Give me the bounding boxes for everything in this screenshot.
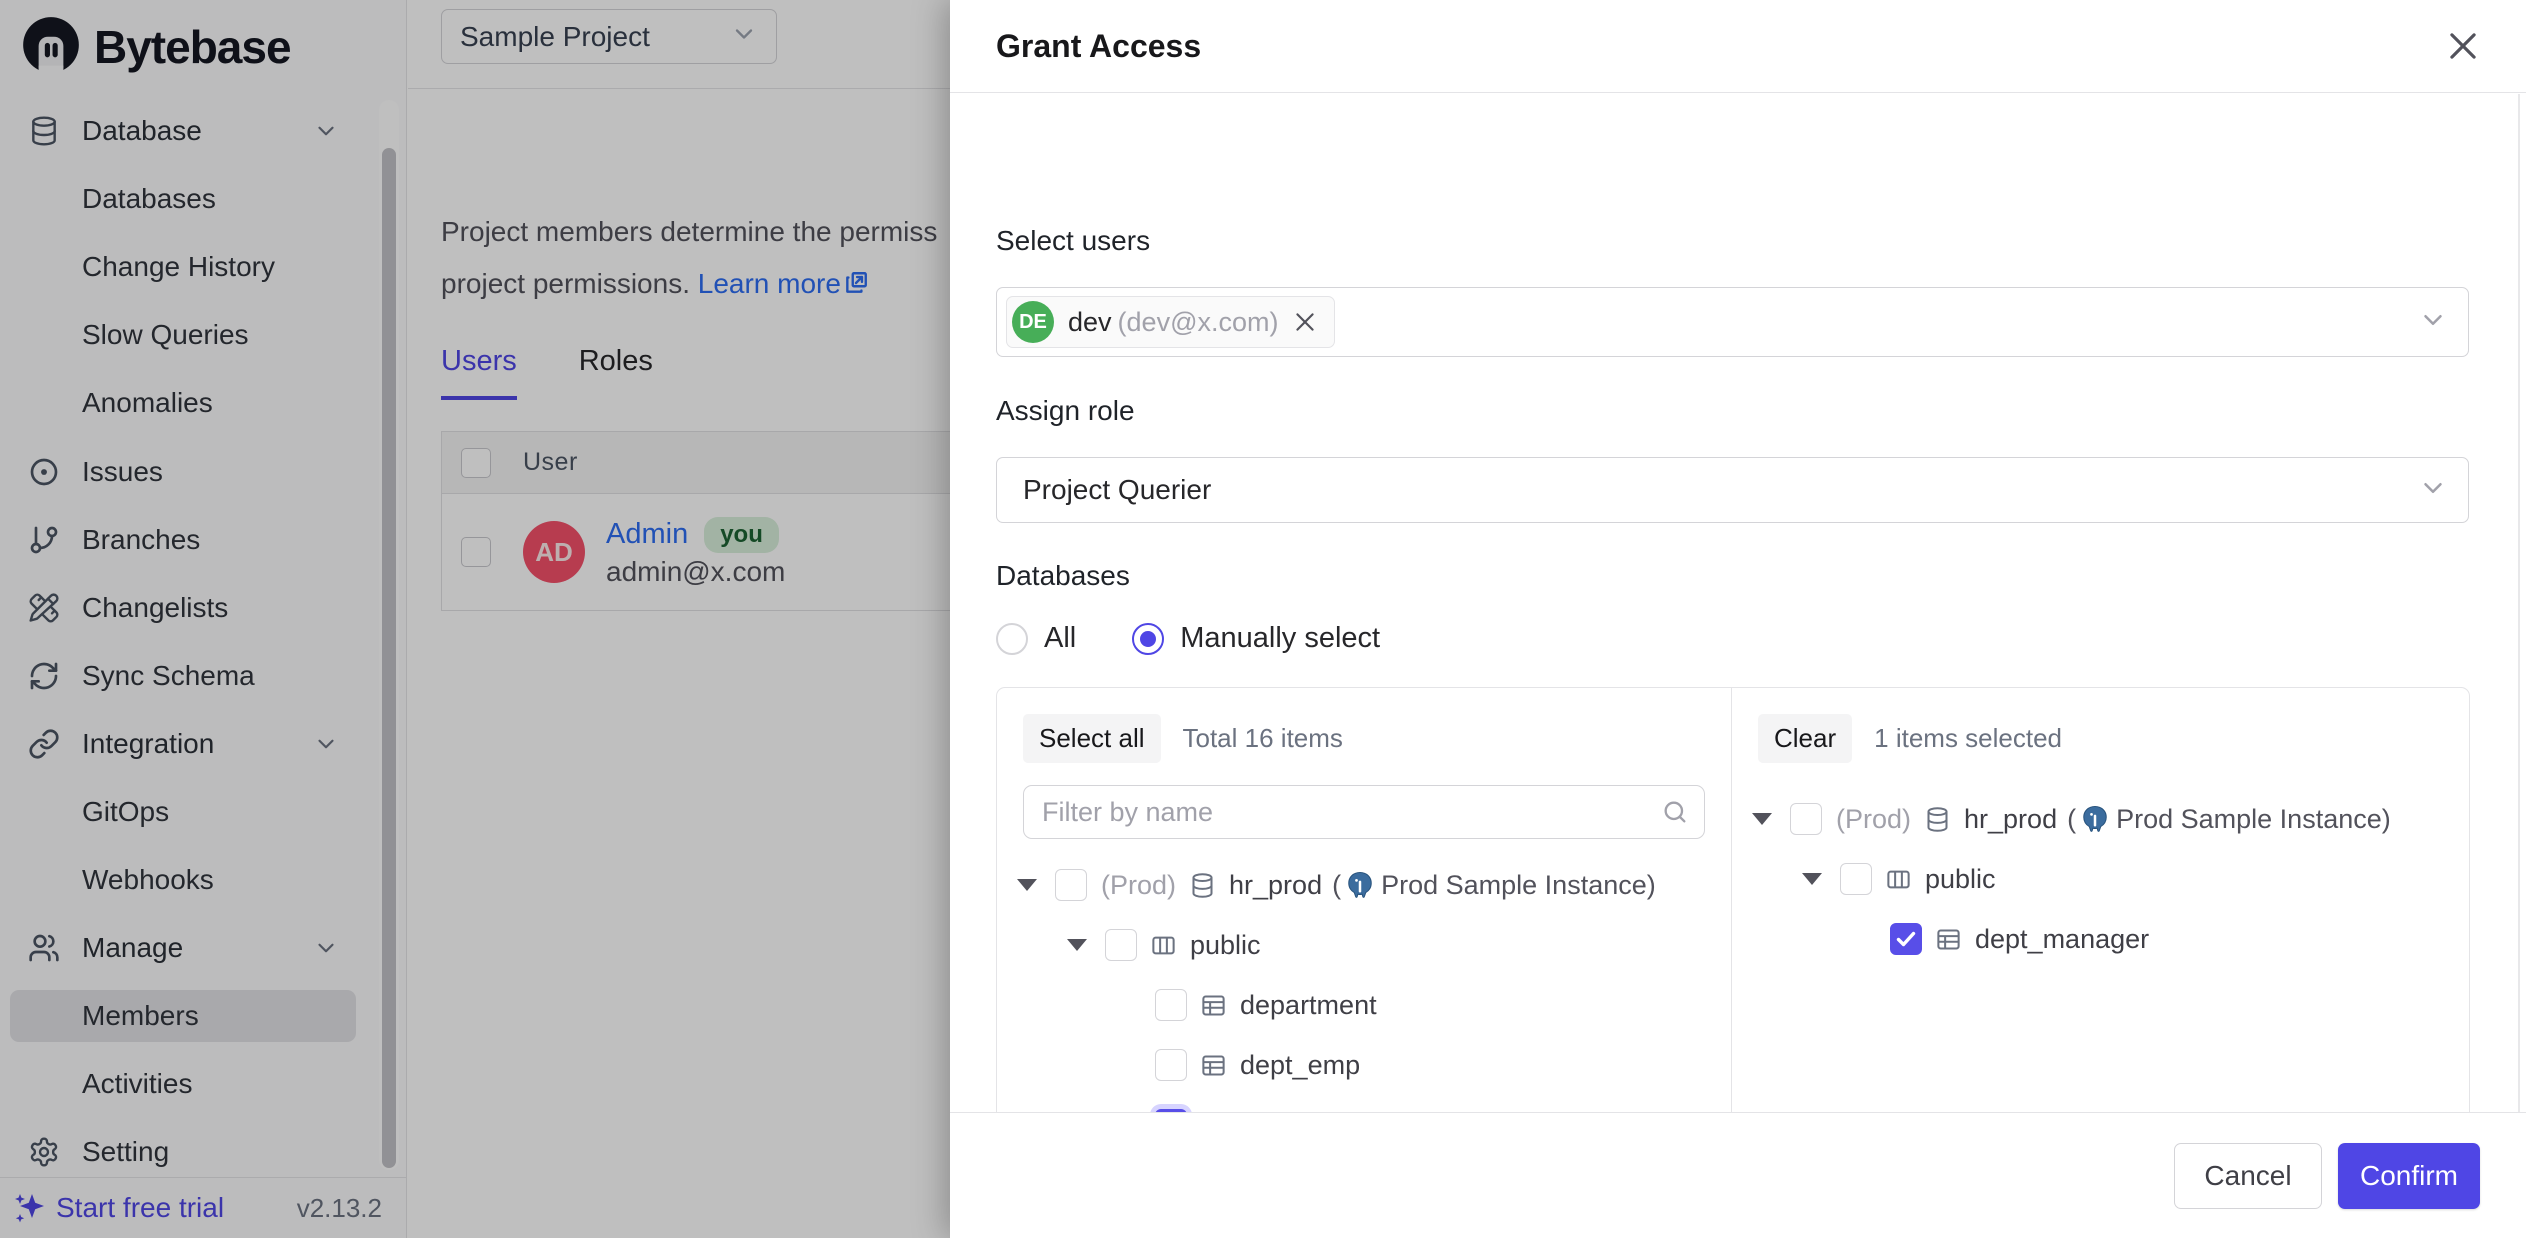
users-multiselect[interactable]: DE dev (dev@x.com) <box>996 287 2469 357</box>
database-transfer-panel: Select all Total 16 items <box>996 687 2470 1112</box>
node-name: public <box>1925 864 1996 895</box>
transfer-selected-panel: Clear 1 items selected (Prod) <box>1732 688 2469 1112</box>
node-checkbox[interactable] <box>1790 803 1822 835</box>
node-name: public <box>1190 930 1261 961</box>
tree-node[interactable]: dept_emp <box>997 1035 1705 1095</box>
node-checkbox[interactable] <box>1155 1049 1187 1081</box>
node-checkbox[interactable] <box>1105 929 1137 961</box>
role-select[interactable]: Project Querier <box>996 457 2469 523</box>
grant-access-modal: Grant Access Select users DE dev (dev@x.… <box>950 0 2526 1238</box>
instance-info: ( Prod Sample Instance) <box>2067 804 2391 835</box>
radio-manually-select[interactable] <box>1132 623 1164 655</box>
modal-footer: Cancel Confirm <box>950 1112 2526 1238</box>
radio-all[interactable] <box>996 623 1028 655</box>
chip-email: (dev@x.com) <box>1118 307 1279 338</box>
node-name: dept_manager <box>1975 924 2149 955</box>
tree-node[interactable]: (Prod) hr_prod ( Prod Sample Instance) <box>997 855 1705 915</box>
modal-scrollbar[interactable] <box>2518 94 2520 1112</box>
database-icon <box>1189 872 1216 899</box>
postgresql-icon <box>1345 870 1375 900</box>
databases-label: Databases <box>996 560 1130 592</box>
caret-icon[interactable] <box>1017 879 1055 891</box>
tree-node[interactable]: (Prod) hr_prod ( Prod Sample Instance) <box>1732 789 2443 849</box>
node-name: department <box>1240 990 1377 1021</box>
tree-node[interactable]: dept_manager <box>997 1095 1705 1112</box>
confirm-button[interactable]: Confirm <box>2338 1143 2480 1209</box>
table-icon <box>1200 992 1227 1019</box>
node-name: dept_emp <box>1240 1050 1360 1081</box>
total-items-label: Total 16 items <box>1183 723 1343 754</box>
cancel-button[interactable]: Cancel <box>2174 1143 2322 1209</box>
caret-icon[interactable] <box>1752 813 1790 825</box>
database-icon <box>1924 806 1951 833</box>
close-icon[interactable] <box>2444 27 2482 65</box>
paren: ( <box>2067 804 2076 835</box>
select-users-label: Select users <box>996 225 1150 257</box>
table-icon <box>1200 1052 1227 1079</box>
tree-node[interactable]: dept_manager <box>1732 909 2443 969</box>
schema-icon <box>1885 866 1912 893</box>
modal-title: Grant Access <box>996 28 1201 65</box>
caret-icon[interactable] <box>1802 873 1840 885</box>
environment-label: (Prod) <box>1101 870 1176 901</box>
filter-field <box>1023 785 1705 839</box>
screen: Bytebase Database Databases Change Histo… <box>0 0 2526 1238</box>
tree-node[interactable]: public <box>1732 849 2443 909</box>
clear-button[interactable]: Clear <box>1758 714 1852 763</box>
tree-node[interactable]: department <box>997 975 1705 1035</box>
schema-icon <box>1150 932 1177 959</box>
radio-manually-select-label[interactable]: Manually select <box>1180 622 1380 655</box>
user-chip: DE dev (dev@x.com) <box>1006 296 1335 348</box>
source-tree: (Prod) hr_prod ( Prod Sample Instance) <box>997 855 1705 1112</box>
assign-role-label: Assign role <box>996 395 1135 427</box>
avatar: DE <box>1012 301 1054 343</box>
paren: ( <box>1332 870 1341 901</box>
search-icon <box>1661 798 1689 831</box>
chip-name: dev <box>1068 307 1112 338</box>
modal-header: Grant Access <box>950 0 2526 93</box>
role-select-value: Project Querier <box>1023 474 1211 506</box>
remove-chip-icon[interactable] <box>1292 309 1318 335</box>
modal-content: Select users DE dev (dev@x.com) Assign r… <box>950 94 2526 1112</box>
selected-tree: (Prod) hr_prod ( Prod Sample Instance) <box>1732 789 2443 969</box>
chevron-down-icon <box>2418 305 2448 340</box>
transfer-source-panel: Select all Total 16 items <box>997 688 1732 1112</box>
filter-input[interactable] <box>1023 785 1705 839</box>
selected-items-label: 1 items selected <box>1874 723 2062 754</box>
tree-node[interactable]: public <box>997 915 1705 975</box>
table-icon <box>1935 926 1962 953</box>
node-name: hr_prod <box>1964 804 2057 835</box>
node-checkbox[interactable] <box>1890 923 1922 955</box>
caret-icon[interactable] <box>1067 939 1105 951</box>
chevron-down-icon <box>2418 473 2448 508</box>
instance-info: ( Prod Sample Instance) <box>1332 870 1656 901</box>
node-checkbox[interactable] <box>1055 869 1087 901</box>
node-checkbox[interactable] <box>1840 863 1872 895</box>
database-scope-radios: All Manually select <box>996 622 1380 655</box>
radio-all-label[interactable]: All <box>1044 622 1076 655</box>
environment-label: (Prod) <box>1836 804 1911 835</box>
instance-name: Prod Sample Instance) <box>1381 870 1656 901</box>
node-checkbox[interactable] <box>1155 989 1187 1021</box>
select-all-button[interactable]: Select all <box>1023 714 1161 763</box>
node-name: hr_prod <box>1229 870 1322 901</box>
instance-name: Prod Sample Instance) <box>2116 804 2391 835</box>
postgresql-icon <box>2080 804 2110 834</box>
